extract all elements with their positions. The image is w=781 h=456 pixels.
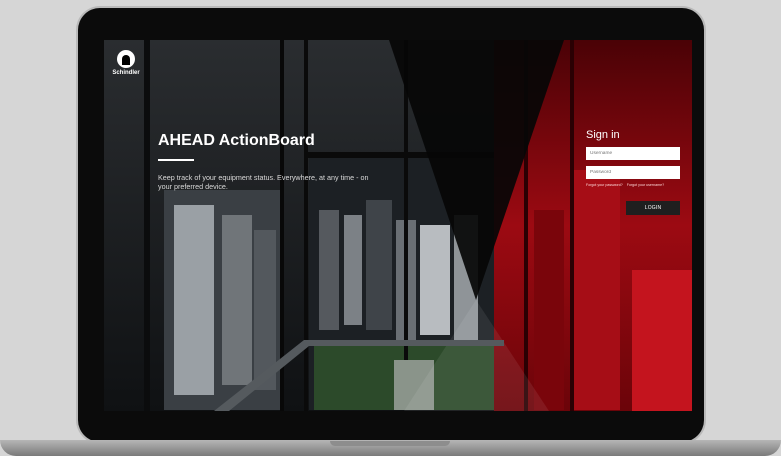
signin-title: Sign in [586,129,620,141]
login-screen: Schindler AHEAD ActionBoard Keep track o… [104,40,692,411]
username-input[interactable] [586,147,680,160]
laptop-notch [330,441,450,446]
forgot-username-link[interactable]: Forgot your username? [627,183,664,187]
forgot-password-link[interactable]: Forgot your password? [586,183,623,187]
schindler-logo-icon [117,50,135,68]
schindler-logo: Schindler [112,50,140,76]
login-button[interactable]: LOGIN [626,201,680,215]
brand-name: Schindler [112,70,140,76]
screen-bezel [104,411,692,427]
recovery-links: Forgot your password? Forgot your userna… [586,183,680,187]
title-divider [158,159,194,161]
background-cityscape [104,40,692,411]
signin-form: Sign in Forgot your password? Forgot you… [586,129,680,187]
password-input[interactable] [586,166,680,179]
page-title: AHEAD ActionBoard [158,132,315,149]
tagline: Keep track of your equipment status. Eve… [158,173,369,191]
